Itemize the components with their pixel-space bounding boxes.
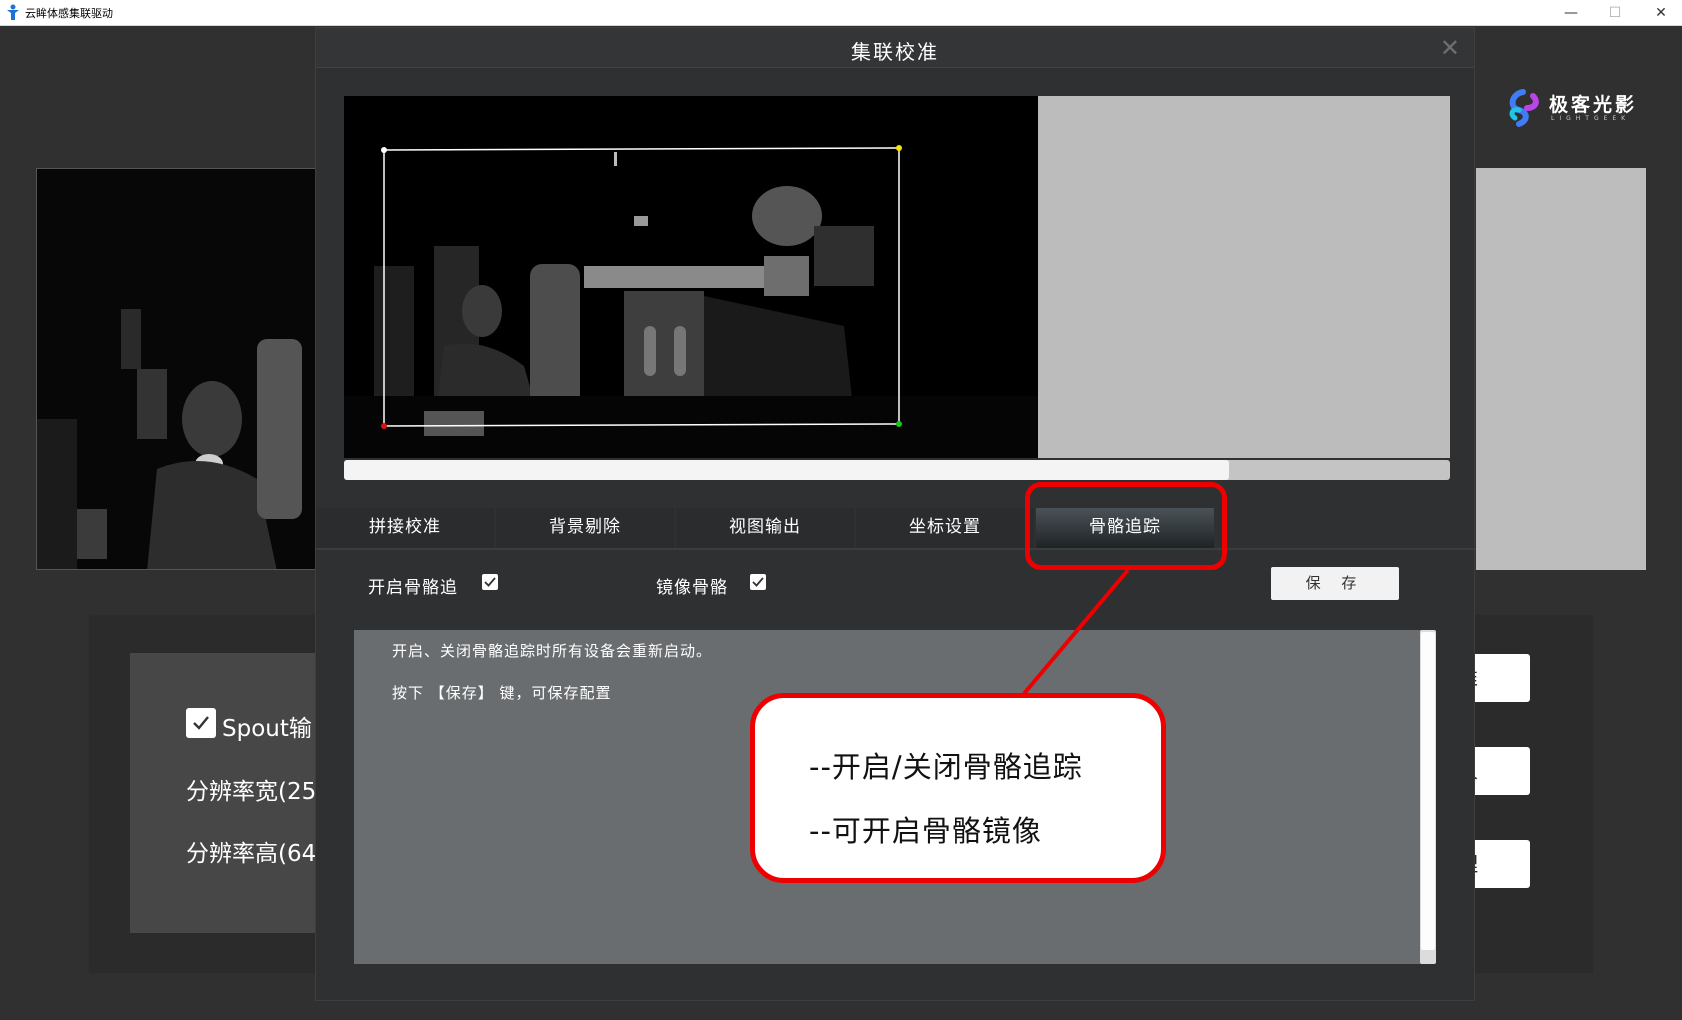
callout-line-mirror: --可开启骨骼镜像: [809, 814, 1042, 848]
callout-line-toggle: --开启/关闭骨骼追踪: [809, 750, 1083, 784]
annotation-highlight-box: [1025, 482, 1227, 570]
annotation-callout: --开启/关闭骨骼追踪 --可开启骨骼镜像: [750, 693, 1166, 883]
